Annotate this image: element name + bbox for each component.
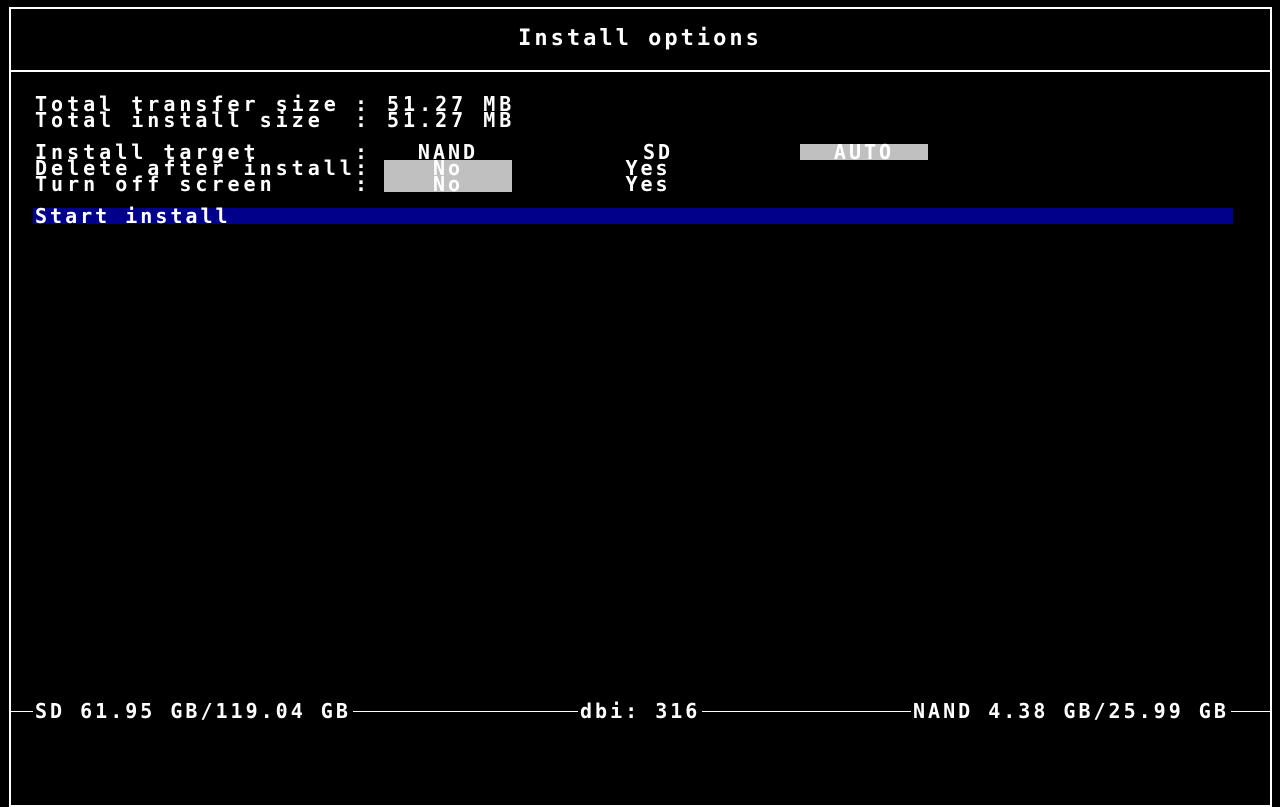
sd-storage-info: SD 61.95 GB/119.04 GB <box>33 699 353 723</box>
turn-off-screen-label: Turn off screen <box>35 172 276 196</box>
screen-option-yes[interactable]: Yes <box>584 174 712 194</box>
install-size-label: Total install size <box>35 108 324 132</box>
dbi-version: dbi: 316 <box>578 699 703 723</box>
nand-storage-info: NAND 4.38 GB/25.99 GB <box>911 699 1231 723</box>
title-separator <box>9 70 1272 72</box>
start-install-label: Start install <box>35 204 231 228</box>
screen-option-no[interactable]: No <box>384 174 512 194</box>
install-size-colon: : <box>355 108 372 132</box>
turn-off-screen-colon: : <box>355 172 372 196</box>
page-title: Install options <box>518 26 762 51</box>
install-size-value: 51.27 MB <box>387 108 516 132</box>
target-option-auto[interactable]: AUTO <box>800 142 928 162</box>
